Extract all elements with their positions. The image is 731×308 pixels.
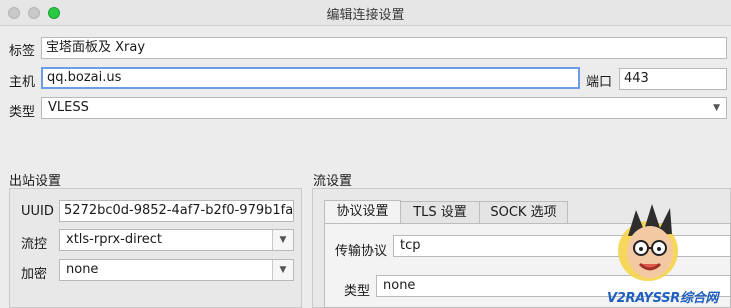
transport-select-value: tcp — [400, 238, 421, 253]
transport-label: 传输协议 — [335, 244, 388, 259]
type-select[interactable]: VLESS ▼ — [41, 97, 727, 119]
host-input[interactable]: qq.bozai.us — [41, 67, 580, 89]
tab-sock-options[interactable]: SOCK 选项 — [479, 201, 568, 225]
encryption-select-value: none — [66, 262, 99, 277]
encryption-label: 加密 — [21, 267, 48, 282]
window-title: 编辑连接设置 — [326, 8, 405, 23]
watermark-text: V2RAYSSR综合网 — [607, 291, 719, 306]
tag-label: 标签 — [9, 44, 36, 59]
type-label: 类型 — [9, 105, 36, 120]
port-input[interactable]: 443 — [619, 68, 727, 90]
host-label: 主机 — [9, 75, 36, 90]
chevron-down-icon: ▼ — [272, 230, 293, 250]
type-select-value: VLESS — [48, 100, 89, 115]
encryption-select[interactable]: none ▼ — [59, 259, 294, 281]
chevron-down-icon: ▼ — [272, 260, 293, 280]
outbound-section-title: 出站设置 — [9, 174, 62, 189]
tab-protocol-settings[interactable]: 协议设置 — [324, 200, 401, 224]
stream-type-select-value: none — [383, 278, 416, 293]
flow-select-value: xtls-rprx-direct — [66, 232, 163, 247]
uuid-label: UUID — [21, 204, 54, 219]
tag-input[interactable]: 宝塔面板及 Xray — [41, 37, 727, 59]
uuid-input[interactable]: 5272bc0d-9852-4af7-b2f0-979b1faf — [59, 200, 294, 222]
chevron-down-icon: ▼ — [713, 103, 720, 113]
stream-type-label: 类型 — [344, 284, 371, 299]
stream-section-title: 流设置 — [313, 174, 353, 189]
flow-label: 流控 — [21, 237, 48, 252]
flow-select[interactable]: xtls-rprx-direct ▼ — [59, 229, 294, 251]
port-label: 端口 — [586, 75, 613, 90]
tab-tls-settings[interactable]: TLS 设置 — [400, 201, 480, 225]
